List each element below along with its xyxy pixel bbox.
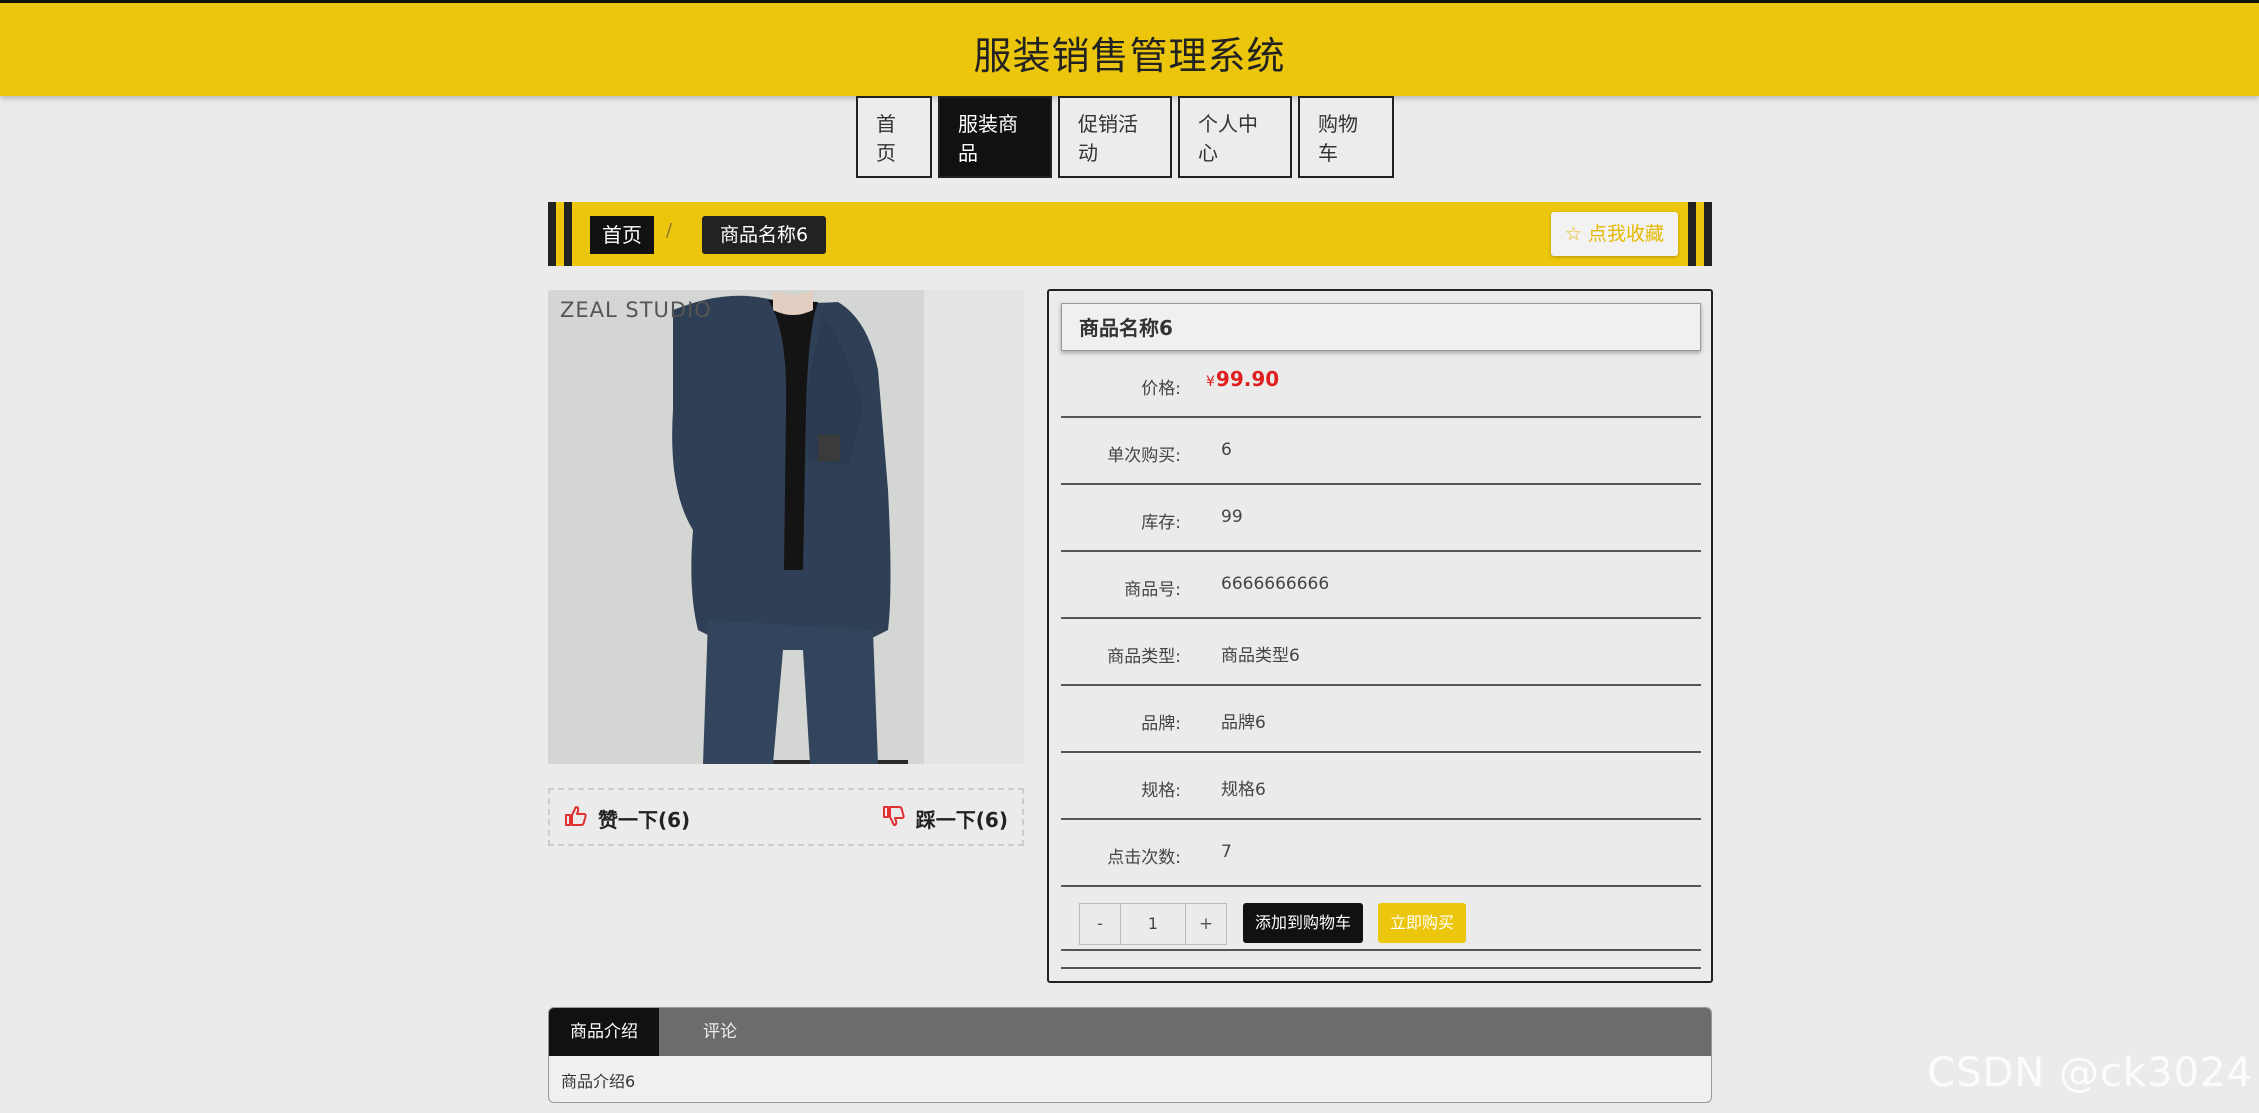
currency-symbol: ¥ (1206, 374, 1215, 390)
nav-item-cart[interactable]: 购物车 (1298, 96, 1394, 178)
nav-item-clothing[interactable]: 服装商品 (938, 96, 1052, 178)
field-label: 商品号: (1124, 580, 1181, 600)
field-label: 规格: (1141, 781, 1181, 801)
nav-item-promotions[interactable]: 促销活动 (1058, 96, 1172, 178)
vote-bar: 赞一下(6) 踩一下(6) (548, 788, 1024, 846)
price-value: 99.90 (1215, 367, 1280, 391)
tab-content: 商品介绍6 (561, 1072, 636, 1091)
field-label: 商品类型: (1107, 647, 1181, 667)
field-row-stock: 库存: 99 (1061, 485, 1701, 552)
quantity-input[interactable]: 1 (1120, 904, 1186, 944)
field-row-clicks: 点击次数: 7 (1061, 820, 1701, 887)
nav-item-home[interactable]: 首页 (856, 96, 932, 178)
site-title: 服装销售管理系统 (973, 34, 1286, 78)
breadcrumb-current: 商品名称6 (702, 216, 827, 254)
main-nav: 首页 服装商品 促销活动 个人中心 购物车 (856, 96, 1394, 180)
breadcrumb-stripe (548, 202, 556, 266)
field-label: 单次购买: (1107, 446, 1181, 466)
buy-now-button[interactable]: 立即购买 (1378, 903, 1467, 943)
product-photo-figure (548, 290, 1024, 764)
field-value: 6 (1221, 440, 1232, 460)
tab-comments[interactable]: 评论 (703, 1008, 737, 1056)
product-name: 商品名称6 (1061, 303, 1701, 351)
nav-item-profile[interactable]: 个人中心 (1178, 96, 1292, 178)
product-tabs: 商品介绍 评论 商品介绍6 (548, 1007, 1712, 1103)
breadcrumb-separator: / (666, 220, 673, 241)
add-to-cart-button[interactable]: 添加到购物车 (1243, 903, 1364, 943)
field-row-brand: 品牌: 品牌6 (1061, 686, 1701, 753)
breadcrumb-stripe (1688, 202, 1696, 266)
field-value: 品牌6 (1221, 713, 1266, 733)
favorite-button[interactable]: ☆ 点我收藏 (1550, 212, 1678, 256)
field-value: 6666666666 (1221, 574, 1330, 594)
breadcrumb: 首页 / 商品名称6 ☆ 点我收藏 (548, 202, 1712, 266)
field-row-product-type: 商品类型: 商品类型6 (1061, 619, 1701, 686)
quantity-decrease-button[interactable]: - (1080, 904, 1120, 944)
quantity-stepper: - 1 + (1079, 903, 1227, 945)
product-price: ¥99.90 (1206, 367, 1279, 391)
field-label: 点击次数: (1107, 848, 1181, 868)
tab-product-intro[interactable]: 商品介绍 (549, 1008, 659, 1056)
like-button[interactable]: 赞一下(6) (564, 804, 690, 833)
dislike-label: 踩一下(6) (915, 808, 1008, 832)
quantity-increase-button[interactable]: + (1186, 904, 1226, 944)
divider (1061, 967, 1701, 969)
thumbs-down-icon (882, 805, 906, 832)
field-row-single-purchase: 单次购买: 6 (1061, 418, 1701, 485)
breadcrumb-home[interactable]: 首页 (590, 216, 654, 254)
product-image: ZEAL STUDIO (548, 290, 1024, 764)
top-header: 服装销售管理系统 (0, 0, 2259, 96)
field-value: 规格6 (1221, 780, 1266, 800)
tab-header: 商品介绍 评论 (549, 1008, 1711, 1056)
product-fields: 价格: ¥99.90 单次购买: 6 库存: 99 商品号: 666666666… (1061, 351, 1701, 887)
field-label: 库存: (1141, 513, 1181, 533)
dislike-button[interactable]: 踩一下(6) (882, 804, 1008, 833)
like-label: 赞一下(6) (598, 808, 691, 832)
watermark: CSDN @ck3024 (1927, 1050, 2253, 1096)
field-label: 品牌: (1141, 714, 1181, 734)
field-row-product-number: 商品号: 6666666666 (1061, 552, 1701, 619)
breadcrumb-stripe (564, 202, 572, 266)
photo-brand-text: ZEAL STUDIO (560, 298, 712, 322)
purchase-actions: - 1 + 添加到购物车 立即购买 (1061, 895, 1701, 951)
thumbs-up-icon (564, 805, 588, 832)
breadcrumb-stripe (1704, 202, 1712, 266)
field-row-price: 价格: ¥99.90 (1061, 351, 1701, 418)
field-value: 99 (1221, 507, 1243, 527)
product-detail-panel: 商品名称6 价格: ¥99.90 单次购买: 6 库存: 99 商品号: 666… (1047, 289, 1713, 983)
field-label: 价格: (1141, 379, 1181, 399)
field-value: 商品类型6 (1221, 646, 1300, 666)
field-value: 7 (1221, 842, 1232, 862)
field-row-spec: 规格: 规格6 (1061, 753, 1701, 820)
